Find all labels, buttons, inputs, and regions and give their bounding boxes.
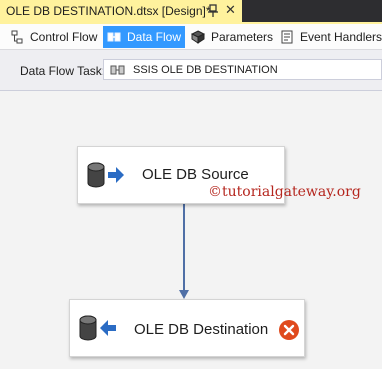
ole-db-destination-label: OLE DB Destination xyxy=(134,321,269,338)
ole-db-source-icon xyxy=(87,162,124,188)
ole-db-destination-component[interactable]: OLE DB Destination xyxy=(69,299,305,357)
watermark-text: ©tutorialgateway.org xyxy=(208,184,361,200)
error-icon[interactable] xyxy=(278,319,300,341)
ole-db-source-label: OLE DB Source xyxy=(142,166,249,183)
ole-db-destination-icon xyxy=(79,315,116,341)
